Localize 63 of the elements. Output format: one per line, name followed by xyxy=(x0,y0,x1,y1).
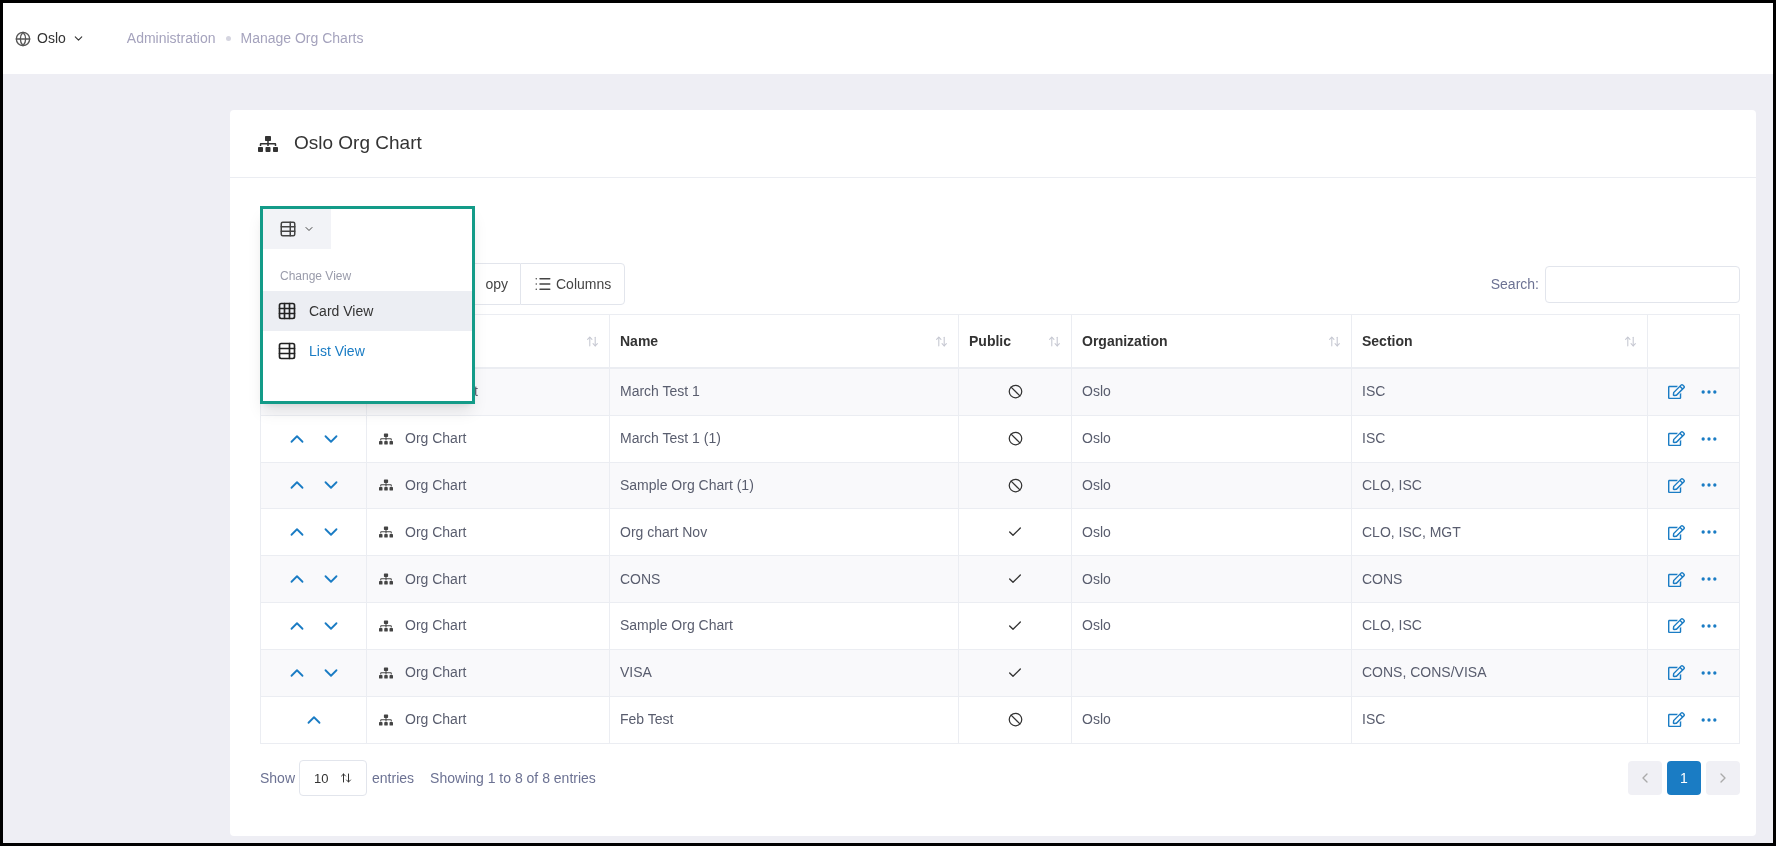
column-header[interactable]: Section xyxy=(1352,315,1648,367)
column-header[interactable]: Organization xyxy=(1072,315,1352,367)
table-cell-text: Oslo xyxy=(1082,616,1111,636)
table-cell-text: Org Chart xyxy=(405,616,467,636)
edit-icon[interactable] xyxy=(1668,430,1685,448)
page-size-select[interactable]: 10 xyxy=(299,760,368,797)
table-cell-text: Org Chart xyxy=(405,710,467,730)
table-cell-text: CONS, CONS/VISA xyxy=(1362,663,1487,683)
table-cell-text: Feb Test xyxy=(620,710,674,730)
column-header[interactable]: Public xyxy=(959,315,1072,367)
list-icon xyxy=(534,275,552,293)
table-cell-text: CONS xyxy=(620,569,661,589)
page-button[interactable]: 1 xyxy=(1667,761,1701,796)
table-cell-text: VISA xyxy=(620,663,652,683)
entries-info: Showing 1 to 8 of 8 entries xyxy=(430,768,596,788)
search-label: Search: xyxy=(1490,274,1539,294)
table-cell-text: Sample Org Chart xyxy=(620,616,733,636)
show-label: Show xyxy=(260,768,296,788)
edit-icon[interactable] xyxy=(1668,383,1685,401)
table-cell-text: Sample Org Chart (1) xyxy=(620,476,754,495)
table-cell-text: CLO, ISC, MGT xyxy=(1362,522,1461,542)
edit-icon[interactable] xyxy=(1668,570,1685,588)
table-cell-text: March Test 1 xyxy=(620,382,700,402)
table-cell-text: CLO, ISC xyxy=(1362,476,1422,495)
edit-icon[interactable] xyxy=(1668,617,1685,635)
location-dropdown[interactable]: Oslo xyxy=(15,28,85,49)
search-field[interactable] xyxy=(1545,265,1740,303)
entries-label: entries xyxy=(372,768,415,788)
menu-item[interactable]: Card View xyxy=(263,291,472,331)
column-header[interactable]: Name xyxy=(610,315,959,367)
edit-icon[interactable] xyxy=(1668,477,1685,494)
grid-icon xyxy=(277,301,297,321)
table-cell-text: Oslo xyxy=(1082,382,1111,402)
table-cell-text: Org chart Nov xyxy=(620,522,708,542)
edit-icon[interactable] xyxy=(1668,711,1685,729)
edit-icon[interactable] xyxy=(1668,664,1685,682)
card-title: Oslo Org Chart xyxy=(294,131,422,156)
table-cell-text: Oslo xyxy=(1082,522,1111,542)
select-arrows-icon xyxy=(340,772,353,785)
edit-icon[interactable] xyxy=(1668,523,1685,541)
table-cell-text: Oslo xyxy=(1082,569,1111,589)
view-dropdown-button[interactable] xyxy=(263,209,331,249)
table-cell-text: Org Chart xyxy=(405,663,467,683)
table-cell-text: Oslo xyxy=(1082,476,1111,495)
table-cell-text: ISC xyxy=(1362,429,1386,449)
table-cell-text: Org Chart xyxy=(405,429,467,449)
table-cell-text: ISC xyxy=(1362,710,1386,730)
table-cell-text: ISC xyxy=(1362,382,1386,402)
menu-header: Change View xyxy=(279,268,353,285)
columns-button[interactable]: Columns xyxy=(520,263,626,305)
table-cell-text: CLO, ISC xyxy=(1362,616,1422,636)
table-cell-text: CONS xyxy=(1362,569,1403,589)
table-cell-text: Oslo xyxy=(1082,710,1111,730)
table-cell-text: March Test 1 (1) xyxy=(620,429,721,449)
table-cell-text: Oslo xyxy=(1082,429,1111,449)
table-cell-text: Org Chart xyxy=(405,569,467,589)
table-icon xyxy=(277,341,297,361)
table-cell-text: Org Chart xyxy=(405,522,467,542)
table-icon xyxy=(279,220,297,238)
table-cell-text: Org Chart xyxy=(405,476,467,495)
globe-icon xyxy=(15,30,31,47)
menu-item[interactable]: List View xyxy=(263,331,472,371)
org-chart-icon xyxy=(258,133,278,154)
